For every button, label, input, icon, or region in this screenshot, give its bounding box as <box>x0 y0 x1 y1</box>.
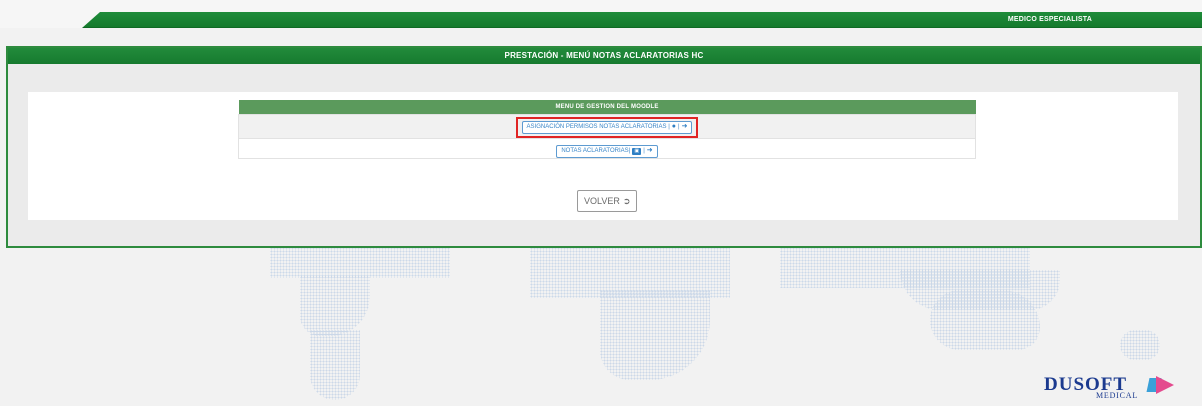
menu-heading: MENU DE GESTION DEL MOODLE <box>238 100 976 114</box>
id-card-icon: ▣ <box>632 147 642 155</box>
dusoft-logo: DUSOFT MEDICAL <box>1044 374 1184 400</box>
map-australia <box>930 290 1040 350</box>
users-icon: ● <box>671 123 677 130</box>
menu-table: MENU DE GESTION DEL MOODLE ASIGNACIÓN PE… <box>238 100 976 159</box>
user-role-label: MEDICO ESPECIALISTA <box>1007 16 1092 23</box>
panel-title: PRESTACIÓN - MENÚ NOTAS ACLARATORIAS HC <box>8 48 1200 64</box>
map-central-america <box>300 276 370 336</box>
logo-mark-pink <box>1156 376 1174 394</box>
panel-content: MENU DE GESTION DEL MOODLE ASIGNACIÓN PE… <box>28 92 1178 220</box>
table-row: ASIGNACIÓN PERMISOS NOTAS ACLARATORIAS |… <box>238 113 976 139</box>
world-map-background <box>0 230 1202 406</box>
table-row: NOTAS ACLARATORIAS| ▣ | ➜ <box>238 137 976 159</box>
map-africa <box>600 290 710 380</box>
volver-button[interactable]: VOLVER ➲ <box>577 190 638 212</box>
sign-in-icon: ➜ <box>646 147 653 154</box>
button-label: NOTAS ACLARATORIAS| <box>561 147 631 154</box>
logo-sub: MEDICAL <box>1096 391 1139 400</box>
main-panel: PRESTACIÓN - MENÚ NOTAS ACLARATORIAS HC … <box>6 46 1202 248</box>
map-new-zealand <box>1120 330 1160 360</box>
asignacion-permisos-button[interactable]: ASIGNACIÓN PERMISOS NOTAS ACLARATORIAS |… <box>521 120 693 134</box>
volver-label: VOLVER <box>584 196 620 206</box>
sign-out-icon: ➲ <box>622 195 631 206</box>
map-south-america <box>310 330 360 400</box>
notas-aclaratorias-button[interactable]: NOTAS ACLARATORIAS| ▣ | ➜ <box>556 144 658 158</box>
button-label: ASIGNACIÓN PERMISOS NOTAS ACLARATORIAS | <box>526 123 670 130</box>
highlight-box: ASIGNACIÓN PERMISOS NOTAS ACLARATORIAS |… <box>515 116 699 138</box>
top-header: MEDICO ESPECIALISTA <box>0 0 1202 28</box>
sign-in-icon: ➜ <box>681 123 688 130</box>
